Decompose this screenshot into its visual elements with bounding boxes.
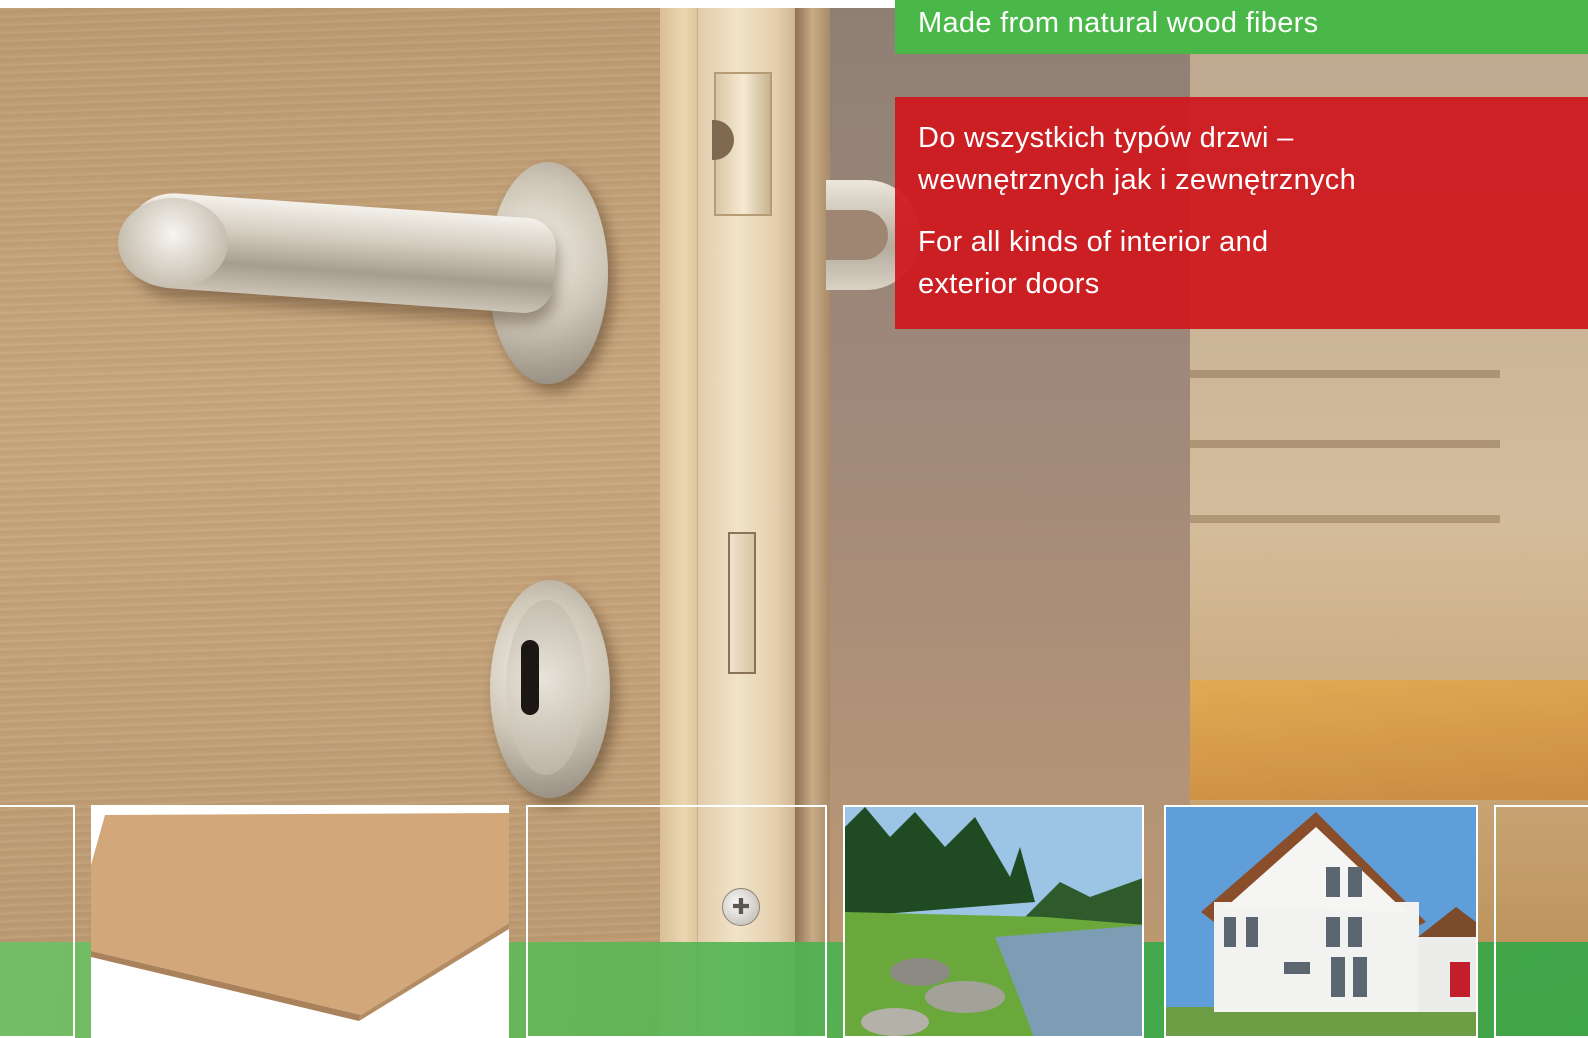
- top-white-strip: [0, 0, 895, 8]
- english-text-line1: For all kinds of interior and: [918, 226, 1269, 258]
- stair-railing-shadow: [1190, 440, 1500, 448]
- thumbnail-fiberboard: [91, 805, 509, 1038]
- thumbnail-white-house: [1164, 805, 1478, 1038]
- keyhole-rose-face: [506, 600, 586, 775]
- polish-text-line2: wewnętrznych jak i zewnętrznych: [918, 164, 1357, 196]
- far-lever-gap: [826, 210, 888, 260]
- thumbnail-forest-river: [843, 805, 1144, 1038]
- door-handle-tip: [118, 198, 228, 288]
- keyhole: [521, 640, 539, 715]
- white-house-image: [1166, 807, 1476, 1036]
- english-text-line2: exterior doors: [918, 268, 1100, 300]
- deadbolt-slot: [728, 532, 756, 674]
- stair-railing-shadow: [1190, 515, 1500, 523]
- forest-river-image: [845, 807, 1142, 1036]
- fiberboard-image: [91, 805, 509, 1038]
- natural-fibers-banner: Made from natural wood fibers: [895, 0, 1588, 54]
- thumbnail-door-edge: [526, 805, 827, 1038]
- wooden-floor: [1190, 680, 1588, 800]
- natural-fibers-text: Made from natural wood fibers: [918, 7, 1319, 39]
- polish-text-line1: Do wszystkich typów drzwi –: [918, 122, 1294, 154]
- stair-railing-shadow: [1190, 370, 1500, 378]
- thumbnail-door-detail: [0, 805, 75, 1038]
- thumbnail-door-detail-right: [1494, 805, 1588, 1038]
- door-types-banner: Do wszystkich typów drzwi – wewnętrznych…: [895, 97, 1588, 329]
